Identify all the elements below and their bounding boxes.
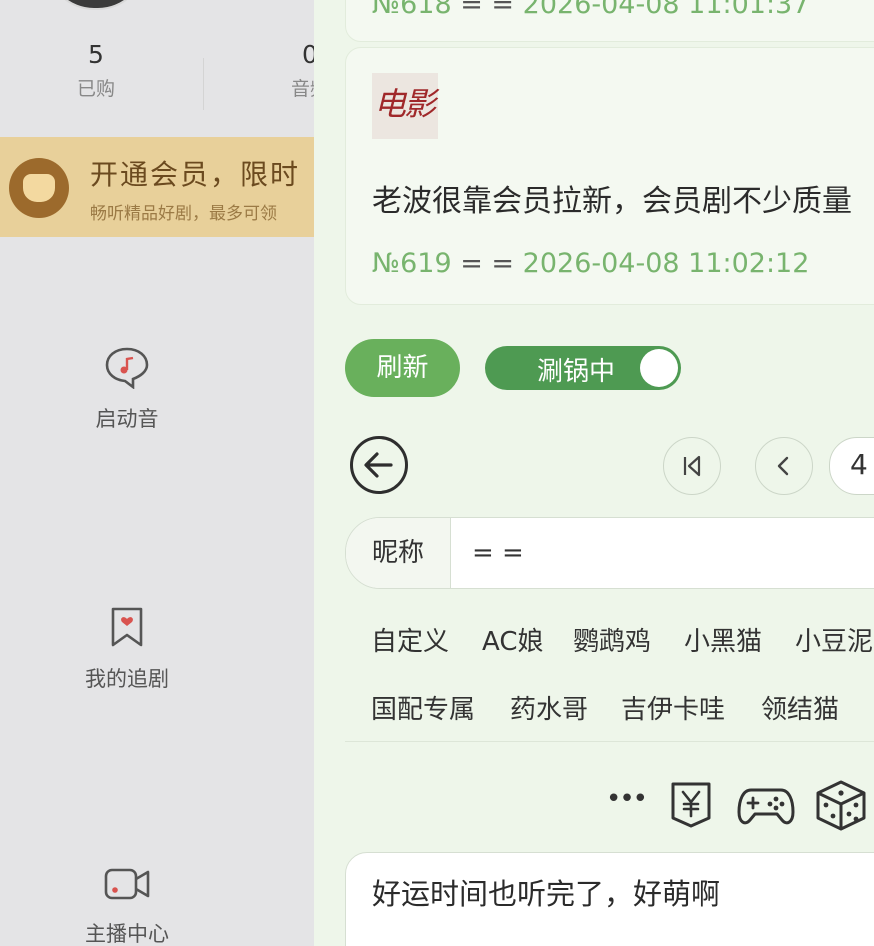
tag-ac-niang[interactable]: AC娘 <box>482 621 543 658</box>
message-text: 老波很靠会员拉新，会员剧不少质量 <box>372 184 852 219</box>
message-sender: = = <box>460 0 515 20</box>
menu-item-startup-sound-label: 启动音 <box>95 407 159 431</box>
refresh-button[interactable]: 刷新 <box>345 339 460 397</box>
nickname-field[interactable]: 昵称 = = <box>345 517 874 589</box>
stat-audio-label: 音频 <box>290 78 314 100</box>
message-number: №619 <box>372 248 452 279</box>
tag-little-bean[interactable]: 小豆泥 <box>795 621 873 658</box>
message-card-619: 电影 老波很靠会员拉新，会员剧不少质量 №619 = = 2026-04-08 … <box>345 47 874 305</box>
tag-bowtie-cat[interactable]: 领结猫 <box>761 689 839 726</box>
yen-tag-icon[interactable] <box>665 778 717 830</box>
divider <box>345 741 874 742</box>
menu-item-my-series-label: 我的追剧 <box>85 667 169 691</box>
toggle-knob <box>640 349 678 387</box>
hotpot-toggle-label: 涮锅中 <box>537 357 616 387</box>
current-page: 4 <box>850 448 868 481</box>
tag-mandarin-exclusive[interactable]: 国配专属 <box>371 689 475 726</box>
tag-potion-bro[interactable]: 药水哥 <box>510 689 588 726</box>
message-meta-619: №619 = = 2026-04-08 11:02:12 <box>372 248 809 279</box>
page-number-field[interactable]: 4 <box>829 437 874 495</box>
vip-bear-icon <box>9 158 69 218</box>
stat-purchased-value: 5 <box>88 40 104 69</box>
chat-panel: №618 = = 2026-04-08 11:01:37 电影 老波很靠会员拉新… <box>314 0 874 946</box>
tag-parrot-chicken[interactable]: 鹦鹉鸡 <box>573 621 651 658</box>
vip-title: 开通会员，限时 <box>90 158 301 191</box>
stat-purchased-label: 已购 <box>76 78 115 100</box>
first-page-icon <box>683 455 701 477</box>
menu-item-startup-sound[interactable]: 启动音 <box>47 345 207 433</box>
nickname-input[interactable]: = = <box>472 518 524 588</box>
message-sender: = = <box>460 248 515 279</box>
chevron-left-icon <box>777 456 789 476</box>
gamepad-icon[interactable] <box>737 780 795 830</box>
more-button[interactable]: ••• <box>606 784 648 814</box>
back-button[interactable] <box>350 436 408 494</box>
tag-chiikawa[interactable]: 吉伊卡哇 <box>621 689 725 726</box>
message-card-618: №618 = = 2026-04-08 11:01:37 <box>345 0 874 42</box>
stat-purchased[interactable]: 5 已购 <box>36 40 156 101</box>
first-page-button[interactable] <box>663 437 721 495</box>
dice-icon[interactable] <box>814 778 868 832</box>
stat-audio[interactable]: 0 音频 <box>250 40 314 101</box>
background-app: 5 已购 0 音频 开通会员，限时 畅听精品好剧，最多可领 启动音 我的追剧 主… <box>0 0 314 946</box>
message-timestamp: 2026-04-08 11:02:12 <box>522 248 810 279</box>
vip-subtitle: 畅听精品好剧，最多可领 <box>90 204 277 224</box>
movie-logo-text: 电影 <box>374 85 436 123</box>
music-bubble-icon <box>105 347 149 389</box>
message-number: №618 <box>372 0 452 20</box>
nickname-label: 昵称 <box>346 518 451 588</box>
message-meta-618: №618 = = 2026-04-08 11:01:37 <box>372 0 809 20</box>
message-timestamp: 2026-04-08 11:01:37 <box>522 0 810 20</box>
avatar[interactable] <box>46 0 146 10</box>
hotpot-toggle[interactable]: 涮锅中 <box>485 346 681 390</box>
prev-page-button[interactable] <box>755 437 813 495</box>
menu-item-host-center-label: 主播中心 <box>85 922 169 946</box>
stat-divider <box>203 58 204 110</box>
message-input-text: 好运时间也听完了，好萌啊 <box>372 877 721 911</box>
arrow-left-icon <box>364 452 393 478</box>
tag-custom[interactable]: 自定义 <box>371 621 449 658</box>
stat-audio-value: 0 <box>302 40 314 69</box>
video-camera-icon <box>104 868 150 900</box>
menu-item-host-center[interactable]: 主播中心 <box>47 864 207 946</box>
tag-little-black-cat[interactable]: 小黑猫 <box>684 621 762 658</box>
bookmark-icon <box>111 607 143 647</box>
movie-logo-image: 电影 <box>372 73 438 139</box>
menu-item-my-series[interactable]: 我的追剧 <box>47 605 207 693</box>
message-input[interactable]: 好运时间也听完了，好萌啊 <box>345 852 874 946</box>
